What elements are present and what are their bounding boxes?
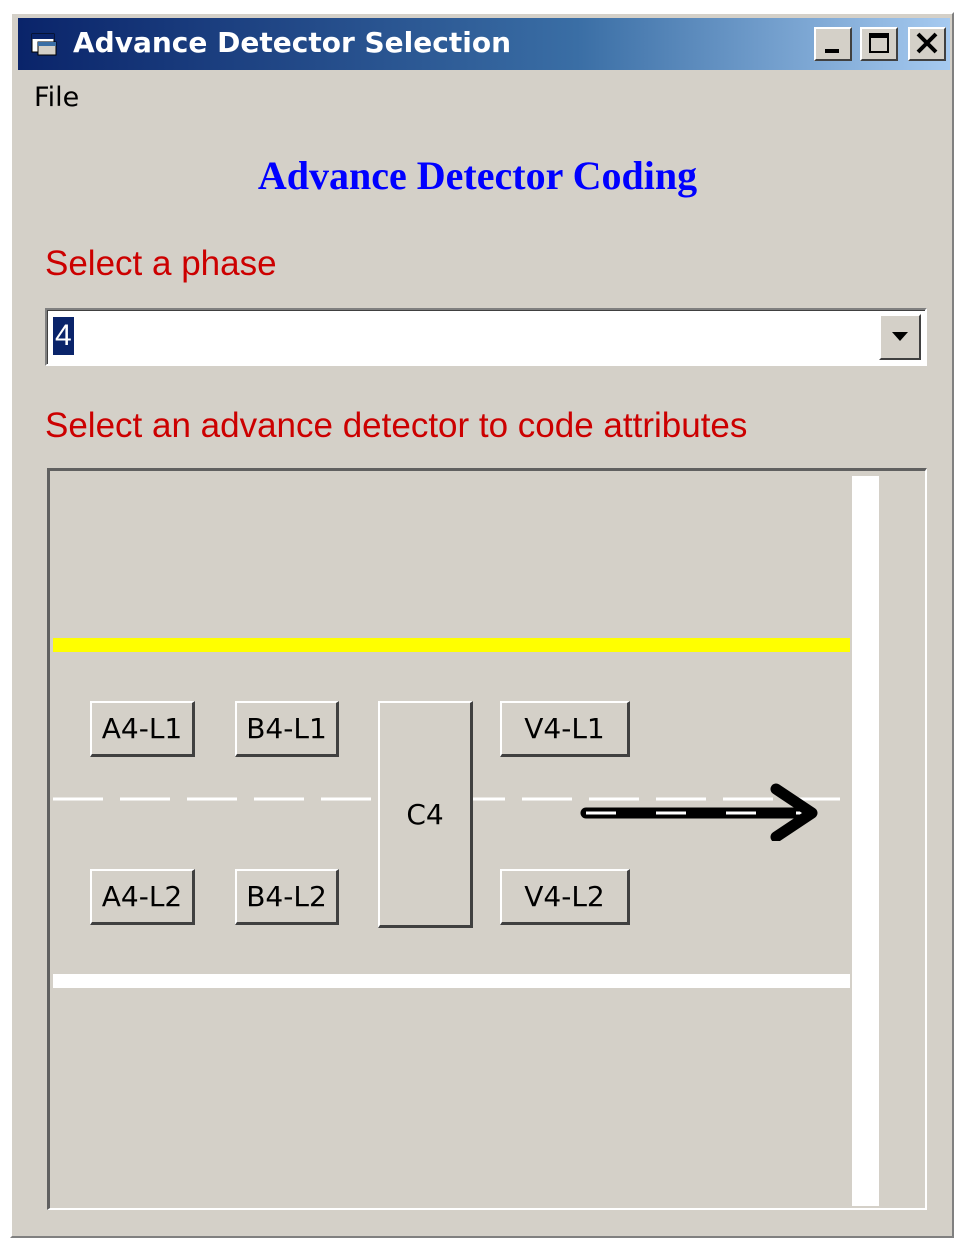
maximize-icon — [869, 33, 889, 53]
detector-diagram: A4-L1 B4-L1 C4 V4-L1 A4-L2 B4-L2 V4-L2 — [47, 468, 927, 1210]
detector-button-c4[interactable]: C4 — [378, 701, 473, 928]
phase-select-value[interactable]: 4 — [53, 317, 74, 355]
detector-button-b4-l1[interactable]: B4-L1 — [235, 701, 339, 757]
menu-bar: File — [18, 76, 948, 120]
window-title: Advance Detector Selection — [73, 26, 512, 59]
minimize-button[interactable] — [814, 27, 852, 61]
page-heading: Advance Detector Coding — [257, 153, 698, 198]
minimize-icon — [825, 49, 839, 53]
app-window-icon[interactable] — [30, 30, 58, 58]
close-button[interactable] — [908, 27, 946, 61]
phase-label: Select a phase — [45, 244, 277, 283]
title-bar[interactable]: Advance Detector Selection — [18, 18, 950, 70]
detector-label: Select an advance detector to code attri… — [45, 406, 748, 445]
detector-button-a4-l1[interactable]: A4-L1 — [90, 701, 195, 757]
white-edge-line — [53, 974, 850, 988]
yellow-lane-line — [53, 638, 850, 652]
phase-dropdown-button[interactable] — [879, 314, 921, 360]
phase-select[interactable]: 4 — [45, 308, 927, 366]
chevron-down-icon — [892, 332, 908, 341]
menu-item-file[interactable]: File — [34, 82, 79, 113]
stop-bar-line — [852, 476, 879, 1206]
detector-button-v4-l2[interactable]: V4-L2 — [500, 869, 630, 925]
maximize-button[interactable] — [860, 27, 898, 61]
detector-button-b4-l2[interactable]: B4-L2 — [235, 869, 339, 925]
close-icon — [916, 32, 938, 54]
detector-button-a4-l2[interactable]: A4-L2 — [90, 869, 195, 925]
detector-button-v4-l1[interactable]: V4-L1 — [500, 701, 630, 757]
right-arrow-icon — [580, 783, 818, 841]
